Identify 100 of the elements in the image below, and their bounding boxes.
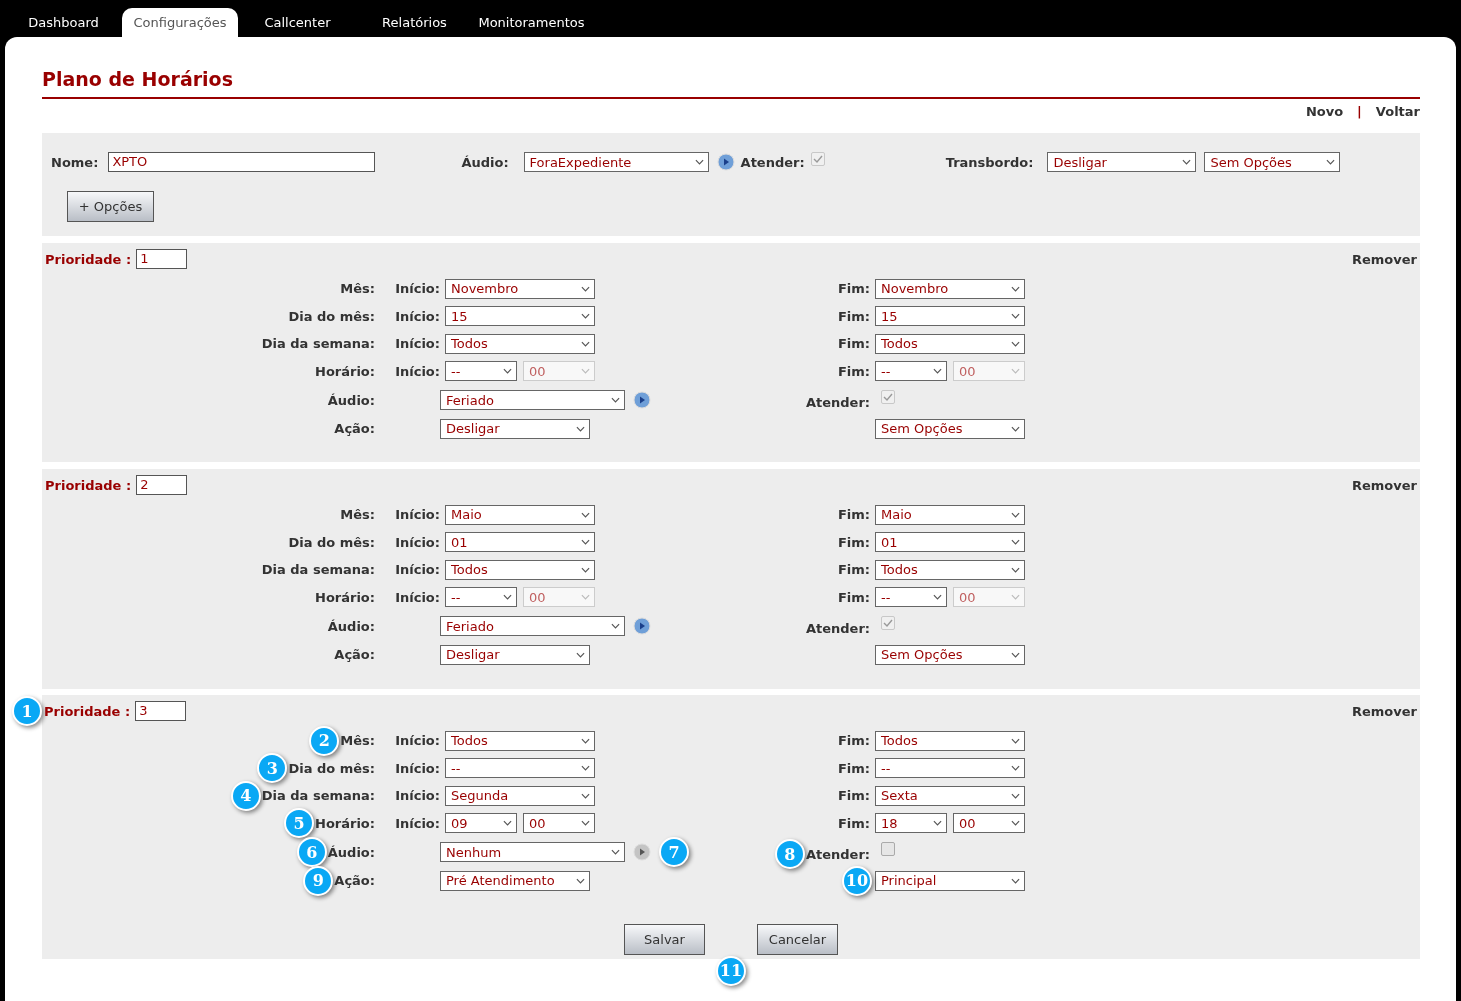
end-dropdown[interactable]: Novembro	[875, 278, 1025, 299]
caret-icon	[1011, 792, 1020, 799]
priority-input[interactable]: 1	[136, 249, 188, 269]
start-dropdown[interactable]: 01	[445, 532, 595, 553]
save-button[interactable]: Salvar	[624, 923, 705, 955]
start-label: Início:	[395, 562, 440, 578]
cancel-button[interactable]: Cancelar	[757, 923, 838, 955]
action-option-dropdown[interactable]: Sem Opções	[875, 644, 1025, 665]
start-label: Início:	[395, 308, 440, 324]
transbordo-dropdown[interactable]: Desligar	[1047, 152, 1197, 172]
end-dropdown[interactable]: 15	[875, 306, 1025, 327]
start-label: Início:	[395, 733, 440, 749]
play-icon[interactable]	[633, 843, 651, 861]
field-label: Dia da semana:	[261, 336, 375, 352]
nav-tab[interactable]: Relatórios	[356, 8, 473, 37]
caret-icon	[1011, 425, 1020, 432]
back-link[interactable]: Voltar	[1375, 103, 1420, 119]
start-dropdown[interactable]: Todos	[445, 730, 595, 751]
start-label: Início:	[395, 507, 440, 523]
end-label: Fim:	[837, 760, 870, 776]
caret-icon	[581, 820, 590, 827]
priority-input[interactable]: 2	[136, 475, 188, 495]
caret-icon	[581, 285, 590, 292]
caret-icon	[581, 765, 590, 772]
end-dropdown[interactable]: Todos	[875, 333, 1025, 354]
end-dropdown[interactable]: Sexta	[875, 785, 1025, 806]
priority-input[interactable]: 3	[135, 701, 187, 721]
caret-icon	[576, 877, 585, 884]
caret-icon	[581, 594, 590, 601]
play-icon[interactable]	[633, 617, 651, 635]
nav-tab[interactable]: Callcenter	[239, 8, 356, 37]
transbordo-dropdown[interactable]: Sem Opções	[1204, 152, 1341, 172]
link-separator: |	[1357, 103, 1362, 119]
audio-dropdown[interactable]: Feriado	[440, 390, 625, 410]
field-label: Dia do mês:	[288, 760, 375, 776]
start-dropdown[interactable]: Todos	[445, 559, 595, 580]
callout-badge: 5	[284, 808, 314, 839]
action-dropdown[interactable]: Desligar	[440, 418, 590, 439]
end-dropdown[interactable]: Todos	[875, 730, 1025, 751]
action-option-dropdown[interactable]: Principal	[875, 870, 1025, 891]
caret-icon	[1326, 159, 1336, 165]
remove-link[interactable]: Remover	[1352, 251, 1417, 267]
audio-dropdown[interactable]: Feriado	[440, 616, 625, 636]
nav-tab[interactable]: Monitoramentos	[473, 8, 590, 37]
end-label: Fim:	[837, 815, 870, 831]
audio-dropdown[interactable]: ForaExpediente	[523, 152, 709, 172]
field-label: Mês:	[340, 281, 375, 297]
audio-dropdown[interactable]: Nenhum	[440, 842, 625, 862]
action-label: Ação:	[334, 421, 375, 437]
callout-badge: 9	[303, 865, 334, 896]
caret-icon	[503, 368, 512, 375]
atender-checkbox[interactable]	[881, 842, 895, 856]
start-dropdown[interactable]: --	[445, 587, 517, 608]
action-dropdown[interactable]: Desligar	[440, 644, 590, 665]
end-dropdown[interactable]: 00	[953, 813, 1025, 834]
caret-icon	[581, 511, 590, 518]
start-dropdown[interactable]: 09	[445, 813, 517, 834]
action-label: Ação:	[334, 873, 375, 889]
atender-label: Atender:	[805, 394, 870, 410]
caret-icon	[581, 566, 590, 573]
start-dropdown[interactable]: Maio	[445, 504, 595, 525]
start-dropdown[interactable]: Todos	[445, 333, 595, 354]
nav-tab[interactable]: Dashboard	[5, 8, 122, 37]
options-button[interactable]: + Opções	[67, 191, 154, 222]
audio-label: Áudio:	[461, 154, 509, 170]
caret-icon	[1011, 511, 1020, 518]
caret-icon	[576, 651, 585, 658]
end-dropdown[interactable]: Todos	[875, 559, 1025, 580]
end-dropdown[interactable]: 18	[875, 813, 947, 834]
action-dropdown[interactable]: Pré Atendimento	[440, 870, 590, 891]
caret-icon	[611, 623, 620, 629]
end-dropdown[interactable]: --	[875, 587, 947, 608]
end-dropdown[interactable]: --	[875, 361, 947, 382]
start-label: Início:	[395, 815, 440, 831]
start-dropdown[interactable]: Novembro	[445, 278, 595, 299]
nav-tab[interactable]: Configurações	[122, 8, 238, 37]
start-dropdown[interactable]: Segunda	[445, 785, 595, 806]
end-dropdown[interactable]: --	[875, 758, 1025, 779]
action-option-dropdown[interactable]: Sem Opções	[875, 418, 1025, 439]
start-dropdown[interactable]: 00	[523, 813, 595, 834]
caret-icon	[694, 159, 704, 165]
end-dropdown[interactable]: Maio	[875, 504, 1025, 525]
caret-icon	[1011, 737, 1020, 744]
callout-badge: 8	[774, 839, 805, 869]
start-dropdown[interactable]: --	[445, 758, 595, 779]
name-input[interactable]: XPTO	[108, 152, 376, 172]
caret-icon	[581, 313, 590, 320]
caret-icon	[503, 820, 512, 827]
new-link[interactable]: Novo	[1305, 103, 1344, 119]
caret-icon	[581, 792, 590, 799]
play-icon[interactable]	[633, 391, 651, 409]
play-icon[interactable]	[716, 153, 735, 171]
remove-link[interactable]: Remover	[1352, 703, 1417, 719]
start-dropdown[interactable]: --	[445, 361, 517, 382]
remove-link[interactable]: Remover	[1352, 477, 1417, 493]
end-dropdown[interactable]: 01	[875, 532, 1025, 553]
caret-icon	[581, 539, 590, 546]
start-label: Início:	[395, 363, 440, 379]
caret-icon	[1011, 820, 1020, 827]
start-dropdown[interactable]: 15	[445, 306, 595, 327]
